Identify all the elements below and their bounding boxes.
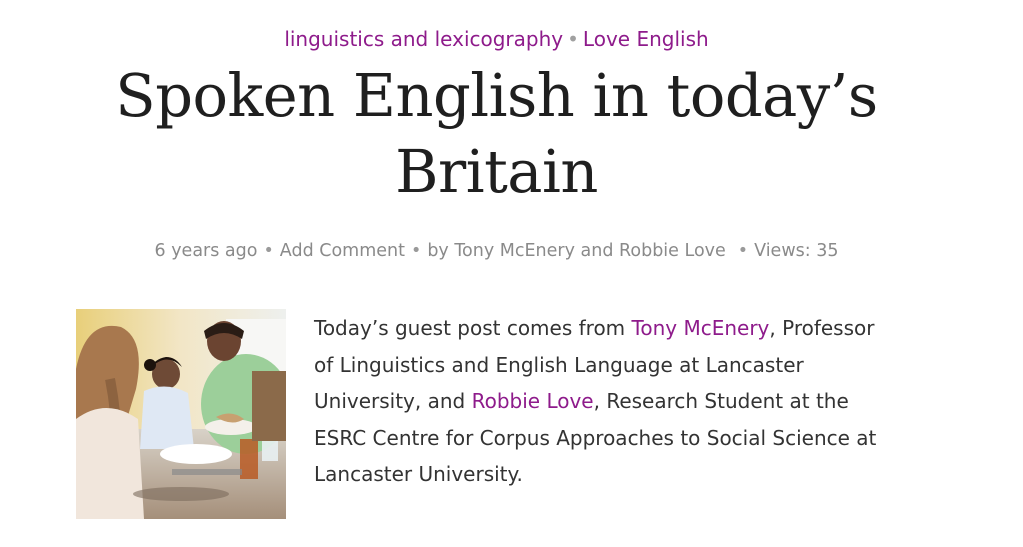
intro-text: University, and	[314, 389, 472, 413]
intro-text: Today’s guest post comes from	[314, 316, 632, 340]
post-title-line-2: Britain	[395, 137, 598, 206]
intro-paragraph: Today’s guest post comes from Tony McEne…	[314, 310, 954, 493]
intro-line-2: of Linguistics and English Language at L…	[314, 352, 804, 377]
category-separator: •	[567, 27, 579, 51]
post-byline: by Tony McEnery and Robbie Love	[427, 241, 726, 261]
post-age: 6 years ago	[154, 241, 258, 261]
category-link-linguistics[interactable]: linguistics and lexicography	[284, 27, 563, 51]
author-link-robbie-love[interactable]: Robbie Love	[472, 389, 594, 413]
post-title-line-1: Spoken English in today’s	[115, 61, 878, 130]
intro-text: , Research Student at the	[593, 389, 849, 413]
intro-line-1: Today’s guest post comes from Tony McEne…	[314, 310, 954, 347]
post-title: Spoken English in today’s Britain	[0, 58, 993, 210]
post-views: Views: 35	[754, 241, 839, 261]
meta-separator: •	[410, 241, 422, 261]
add-comment-link[interactable]: Add Comment	[280, 241, 405, 261]
category-links: linguistics and lexicography • Love Englis…	[0, 24, 993, 54]
intro-line-4: ESRC Centre for Corpus Approaches to Soc…	[314, 425, 877, 450]
meta-separator: •	[737, 241, 749, 261]
category-link-love-english[interactable]: Love English	[583, 27, 709, 51]
intro-line-3: University, and Robbie Love, Research St…	[314, 383, 954, 420]
post-meta: 6 years ago • Add Comment • by Tony McEnery …	[0, 236, 993, 266]
family-dinner-photo	[76, 309, 286, 519]
intro-text: , Professor	[769, 316, 875, 340]
intro-line-5: Lancaster University.	[314, 462, 523, 486]
author-link-tony-mcenery[interactable]: Tony McEnery	[632, 316, 770, 340]
meta-separator: •	[263, 241, 274, 261]
